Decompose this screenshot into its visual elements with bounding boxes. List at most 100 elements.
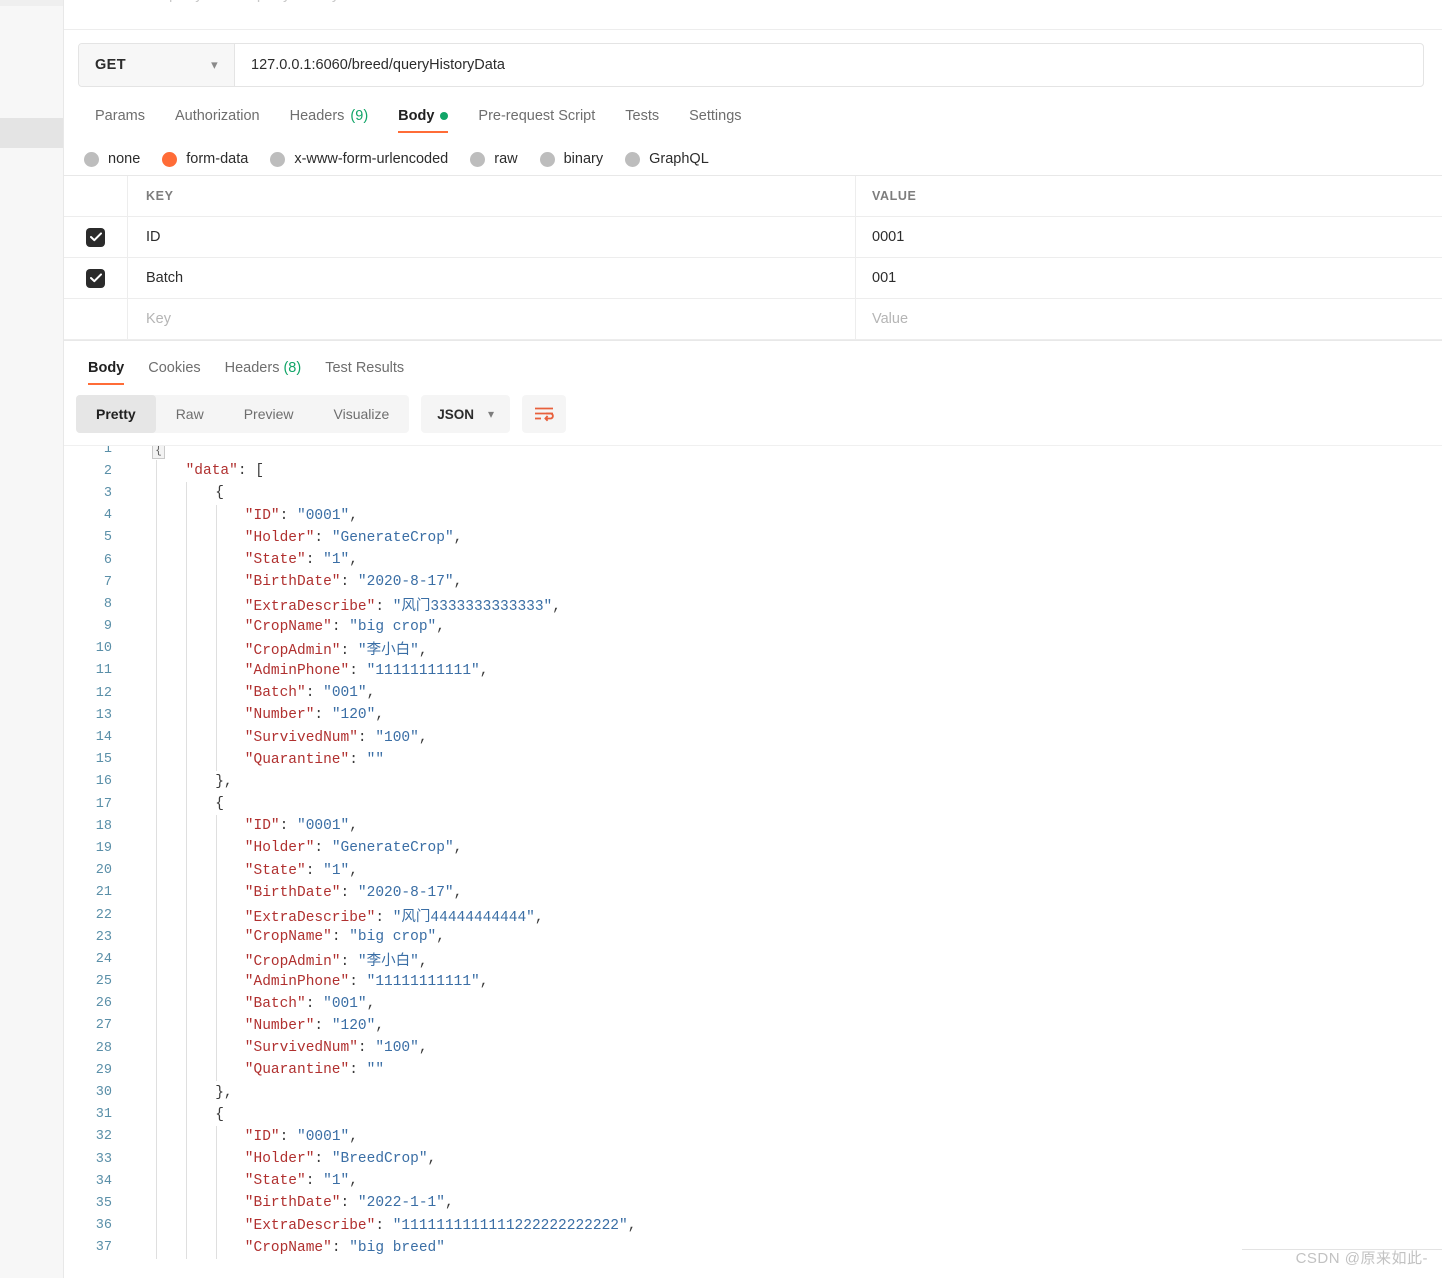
json-value: "001" [323,995,367,1012]
response-tab-headers[interactable]: Headers (8) [213,360,314,385]
code-text: }, [215,1085,232,1101]
line-content: "CropName": "big crop", [126,615,1442,638]
url-input[interactable]: 127.0.0.1:6060/breed/queryHistoryData [235,44,1423,86]
chevron-down-icon: ▾ [211,57,218,72]
line-number: 26 [95,996,112,1012]
json-punct: { [215,485,224,502]
body-type-raw[interactable]: raw [470,151,518,167]
row-checkbox-cell[interactable] [64,258,128,298]
body-type-graphql[interactable]: GraphQL [625,151,709,167]
line-content: "CropAdmin": "李小白", [126,637,1442,660]
json-key: "Batch" [244,685,306,702]
response-toolbar: Pretty Raw Preview Visualize JSON ▾ [64,385,1442,445]
table-row-placeholder[interactable]: Key Value [64,299,1442,340]
code-text: { [215,796,224,812]
json-value: "" [366,1062,385,1079]
indent-guide [186,1014,187,1038]
word-wrap-button[interactable] [522,395,567,433]
json-punct: , [436,929,445,946]
format-selector[interactable]: JSON ▾ [421,395,511,433]
indent-guide [156,992,157,1015]
indent-guide [186,770,187,793]
row-value[interactable]: 001 [856,258,1442,298]
view-mode-pretty[interactable]: Pretty [76,395,156,433]
row-key[interactable]: ID [128,217,856,257]
json-value: "100" [375,729,419,746]
indent-guide [216,593,217,616]
cut-off-header: query breed queryHistoryData [64,0,1442,30]
sidebar-selected-item[interactable] [0,118,63,148]
main-panel: query breed queryHistoryData GET ▾ 127.0… [64,0,1442,1278]
json-value: "BreedCrop" [331,1151,428,1168]
response-tab-test-results[interactable]: Test Results [313,360,416,385]
response-tab-body[interactable]: Body [76,360,136,385]
code-text: "Number": "120", [245,1018,384,1034]
json-punct: : [314,1017,332,1034]
checkbox-checked-icon[interactable] [86,268,105,288]
new-value-input[interactable]: Value [856,299,1442,339]
line-content: "ID": "0001", [126,504,1442,527]
view-mode-preview[interactable]: Preview [224,395,314,433]
view-mode-visualize[interactable]: Visualize [314,395,410,433]
json-punct: , [479,973,489,990]
request-tab-authorization[interactable]: Authorization [160,108,275,133]
body-type-radios: none form-data x-www-form-urlencoded raw bin… [64,133,1442,175]
line-number: 37 [95,1240,112,1256]
request-tab-pre-request-script[interactable]: Pre-request Script [463,108,610,133]
request-tab-body[interactable]: Body [383,108,463,133]
line-content: "Number": "120", [126,704,1442,727]
request-tab-params[interactable]: Params [80,108,160,133]
fold-marker[interactable]: { [152,446,165,459]
line-number: 25 [95,974,112,990]
body-type-binary[interactable]: binary [539,151,604,167]
request-tab-headers[interactable]: Headers (9) [275,108,384,133]
row-value[interactable]: 0001 [856,217,1442,257]
body-type-x-www-form-urlencoded[interactable]: x-www-form-urlencoded [270,151,448,167]
line-content: "data": [ [126,460,1442,483]
body-type-none[interactable]: none [84,151,140,167]
new-key-input[interactable]: Key [128,299,856,339]
json-punct: , [418,729,428,746]
code-line: 36 "ExtraDescribe": "11111111111112222222… [64,1214,1442,1237]
row-checkbox-cell[interactable] [64,217,128,257]
line-number: 20 [95,863,112,879]
code-text: "Batch": "001", [245,996,376,1012]
json-value: "2020-8-17" [357,574,454,591]
request-tab-tests[interactable]: Tests [610,108,674,133]
indent-guide [156,615,157,638]
line-number: 12 [95,685,112,701]
code-line: 37 "CropName": "big breed" [64,1236,1442,1259]
line-content: "BirthDate": "2020-8-17", [126,881,1442,904]
line-content: { [126,482,1442,505]
row-key[interactable]: Batch [128,258,856,298]
request-tab-settings[interactable]: Settings [674,108,756,133]
code-text: "ID": "0001", [245,508,358,524]
row-checkbox-cell [64,299,128,339]
code-text: "CropAdmin": "李小白", [245,949,428,970]
indent-guide [186,526,187,549]
tab-label: Body [398,108,435,124]
line-number: 5 [103,530,112,546]
indent-guide [216,1214,217,1237]
code-text: "State": "1", [245,1173,358,1189]
http-method-selector[interactable]: GET ▾ [79,44,235,86]
body-type-form-data[interactable]: form-data [162,151,248,167]
indent-guide [186,1170,187,1193]
json-value: "0001" [297,1128,350,1145]
view-mode-raw[interactable]: Raw [156,395,224,433]
body-type-label: binary [563,151,604,167]
response-tab-cookies[interactable]: Cookies [136,360,212,385]
json-viewer[interactable]: 1 2 "data": [3{4 "ID": "0001", 5 "Holder": "G… [64,445,1442,1278]
indent-guide [186,593,187,616]
table-row[interactable]: Batch 001 [64,258,1442,299]
indent-guide [156,1103,157,1126]
code-line: 26 "Batch": "001", [64,992,1442,1015]
code-text: { [215,485,224,501]
line-content: "AdminPhone": "11111111111", [126,659,1442,683]
checkbox-checked-icon[interactable] [86,227,105,247]
sidebar-rail[interactable] [0,0,64,1278]
json-key: "Holder" [244,529,315,546]
table-row[interactable]: ID 0001 [64,217,1442,258]
json-punct: : [357,729,376,746]
line-content: "State": "1", [126,1170,1442,1193]
